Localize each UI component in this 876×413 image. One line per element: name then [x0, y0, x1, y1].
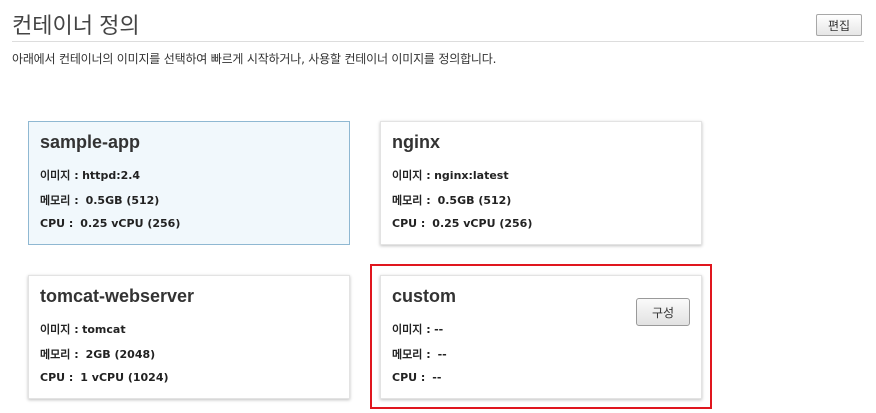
page-title: 컨테이너 정의 [12, 13, 140, 38]
image-label: 이미지 : [392, 169, 431, 182]
card-memory-row: 메모리 : -- [392, 346, 447, 362]
container-card-custom[interactable]: custom 구성 이미지 : -- 메모리 : -- CPU : -- [380, 275, 702, 399]
cpu-label: CPU : [40, 217, 74, 230]
cpu-value: -- [432, 371, 442, 384]
image-value: httpd:2.4 [82, 169, 141, 182]
memory-value: 0.5GB (512) [437, 194, 512, 207]
memory-value: 2GB (2048) [85, 348, 156, 361]
card-title: sample-app [40, 132, 141, 152]
card-memory-row: 메모리 : 0.5GB (512) [392, 192, 511, 208]
cpu-value: 0.25 vCPU (256) [432, 217, 533, 230]
container-card-tomcat-webserver[interactable]: tomcat-webserver 이미지 : tomcat 메모리 : 2GB … [28, 275, 350, 399]
card-memory-row: 메모리 : 0.5GB (512) [40, 192, 159, 208]
card-image-row: 이미지 : tomcat [40, 321, 126, 337]
card-cpu-row: CPU : 1 vCPU (1024) [40, 371, 169, 384]
divider [12, 41, 864, 42]
card-cpu-row: CPU : -- [392, 371, 441, 384]
card-title: custom [392, 286, 457, 306]
card-image-row: 이미지 : httpd:2.4 [40, 167, 140, 183]
cpu-value: 0.25 vCPU (256) [80, 217, 181, 230]
image-value: nginx:latest [434, 169, 509, 182]
card-cpu-row: CPU : 0.25 vCPU (256) [392, 217, 532, 230]
image-label: 이미지 : [392, 323, 431, 336]
card-memory-row: 메모리 : 2GB (2048) [40, 346, 155, 362]
cpu-label: CPU : [392, 371, 426, 384]
card-cpu-row: CPU : 0.25 vCPU (256) [40, 217, 180, 230]
image-label: 이미지 : [40, 323, 79, 336]
memory-label: 메모리 : [40, 348, 79, 361]
cpu-label: CPU : [392, 217, 426, 230]
image-value: -- [434, 323, 444, 336]
image-value: tomcat [82, 323, 126, 336]
memory-value: 0.5GB (512) [85, 194, 160, 207]
container-card-sample-app[interactable]: sample-app 이미지 : httpd:2.4 메모리 : 0.5GB (… [28, 121, 350, 245]
edit-button[interactable]: 편집 [816, 14, 862, 36]
card-image-row: 이미지 : -- [392, 321, 443, 337]
card-title: tomcat-webserver [40, 286, 195, 306]
page-description: 아래에서 컨테이너의 이미지를 선택하여 빠르게 시작하거나, 사용할 컨테이너… [12, 52, 497, 66]
memory-label: 메모리 : [40, 194, 79, 207]
container-card-nginx[interactable]: nginx 이미지 : nginx:latest 메모리 : 0.5GB (51… [380, 121, 702, 245]
cpu-label: CPU : [40, 371, 74, 384]
memory-value: -- [437, 348, 447, 361]
configure-button[interactable]: 구성 [636, 298, 690, 326]
image-label: 이미지 : [40, 169, 79, 182]
card-image-row: 이미지 : nginx:latest [392, 167, 509, 183]
memory-label: 메모리 : [392, 348, 431, 361]
cpu-value: 1 vCPU (1024) [80, 371, 169, 384]
card-title: nginx [392, 132, 440, 152]
memory-label: 메모리 : [392, 194, 431, 207]
